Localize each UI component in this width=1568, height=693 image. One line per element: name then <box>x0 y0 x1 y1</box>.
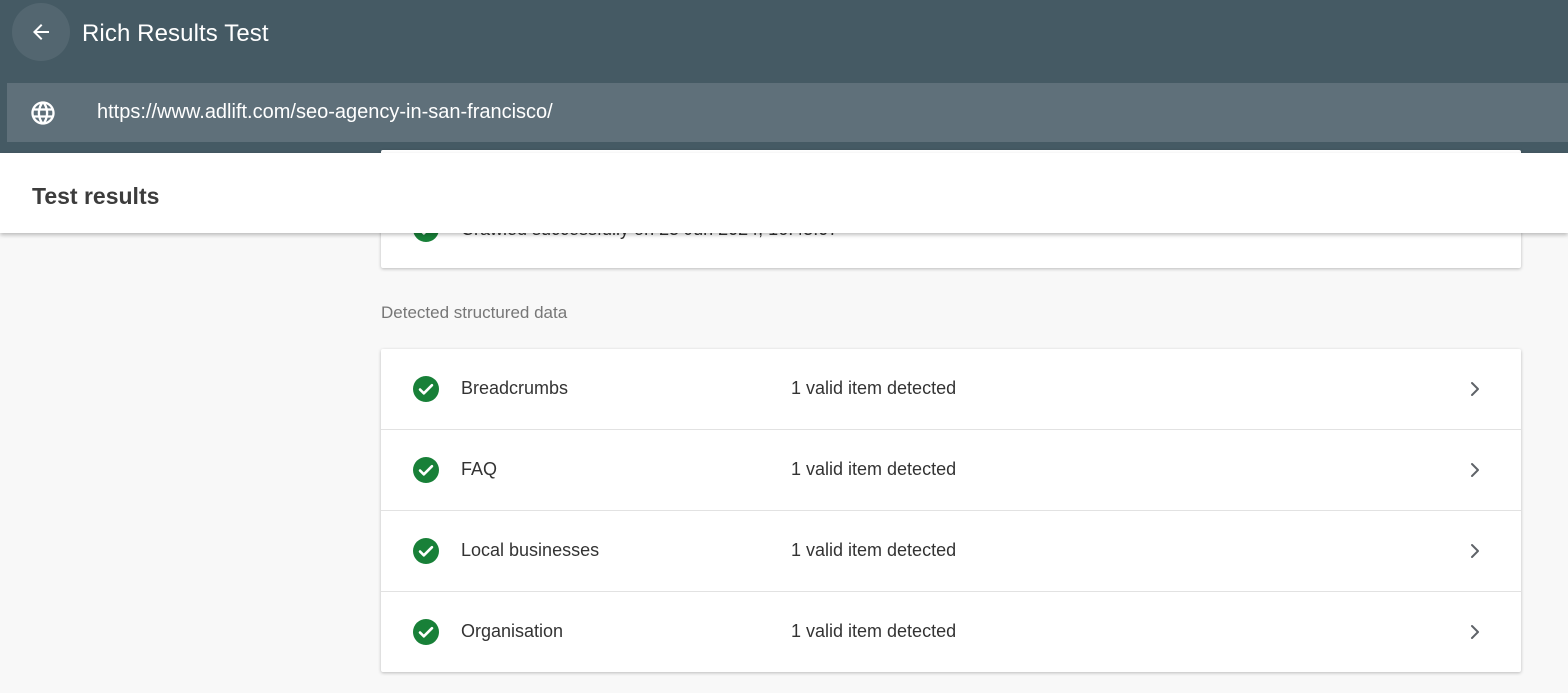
chevron-right-icon <box>1471 544 1479 558</box>
check-circle-icon <box>413 457 439 483</box>
app-title: Rich Results Test <box>82 20 269 47</box>
globe-icon <box>31 101 55 125</box>
item-name: FAQ <box>461 459 498 479</box>
app-header: Rich Results Test <box>0 0 1568 153</box>
item-status: 1 valid item detected <box>791 459 957 479</box>
item-status: 1 valid item detected <box>791 621 957 641</box>
item-name: Organisation <box>461 621 564 641</box>
check-circle-icon <box>413 619 439 645</box>
list-item-breadcrumbs[interactable]: Breadcrumbs 1 valid item detected <box>381 349 1521 430</box>
results-title: Test results <box>32 183 160 209</box>
list-item-faq[interactable]: FAQ 1 valid item detected <box>381 430 1521 511</box>
check-circle-icon <box>413 538 439 564</box>
check-circle-icon <box>413 376 439 402</box>
back-button[interactable] <box>12 3 70 61</box>
list-item-organisation[interactable]: Organisation 1 valid item detected <box>381 592 1521 673</box>
item-name: Local businesses <box>461 540 600 560</box>
item-status: 1 valid item detected <box>791 378 957 398</box>
chevron-right-icon <box>1471 463 1479 477</box>
structured-data-list: Breadcrumbs 1 valid item detected FAQ 1 … <box>381 349 1521 672</box>
item-status: 1 valid item detected <box>791 540 957 560</box>
url-input[interactable] <box>97 83 1497 142</box>
chevron-right-icon <box>1471 625 1479 639</box>
section-label: Detected structured data <box>381 303 568 322</box>
results-header: Test results <box>0 153 1568 233</box>
chevron-right-icon <box>1471 382 1479 396</box>
list-item-local-businesses[interactable]: Local businesses 1 valid item detected <box>381 511 1521 592</box>
item-name: Breadcrumbs <box>461 378 569 398</box>
url-bar <box>7 83 1568 142</box>
arrow-back-icon <box>33 24 49 40</box>
